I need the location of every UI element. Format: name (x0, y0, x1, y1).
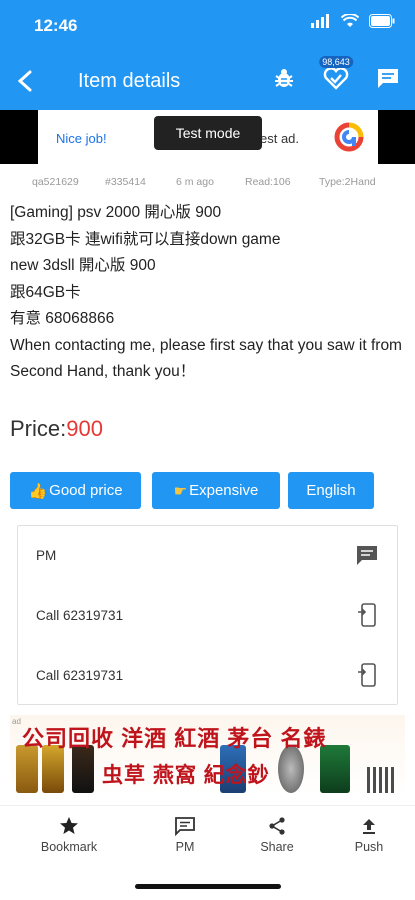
description-line: When contacting me, please first say tha… (10, 336, 402, 381)
good-price-button[interactable]: 👍 Good price (10, 472, 141, 509)
nav-push-label: Push (354, 840, 384, 854)
nav-share-label: Share (260, 840, 294, 854)
back-arrow-icon (17, 70, 32, 92)
ad-headline: 公司回收 洋酒 紅酒 茅台 名錶 (22, 726, 327, 751)
likes-count-badge: 98,643 (319, 56, 353, 68)
back-button[interactable] (12, 64, 38, 98)
ad-tag: ad (12, 717, 21, 726)
nav-pm[interactable]: PM (140, 816, 230, 854)
price-value: 900 (66, 416, 103, 441)
contact-card: PM Call 62319731 Call 62319731 (17, 525, 398, 705)
battery-icon (369, 14, 395, 28)
message-icon (357, 546, 377, 565)
messages-button[interactable] (373, 62, 403, 94)
ad-network-logo-icon (334, 122, 364, 152)
heart-check-icon (323, 67, 349, 90)
description-line: new 3dsll 開心版 900 (10, 257, 156, 274)
status-icons (311, 14, 395, 28)
meta-user[interactable]: qa521629 (32, 176, 79, 188)
ad-subline: 虫草 燕窩 紀念鈔 (102, 764, 270, 787)
bottom-ad-banner[interactable]: ad 公司回收 洋酒 紅酒 茅台 名錶 虫草 燕窩 紀念鈔 (10, 715, 405, 795)
meta-reads: Read:106 (245, 176, 291, 188)
item-description: [Gaming] psv 2000 開心版 900 跟32GB卡 連wifi就可… (10, 200, 410, 386)
description-line: 跟64GB卡 (10, 283, 81, 301)
nav-pm-label: PM (175, 840, 195, 854)
nav-share[interactable]: Share (232, 816, 322, 854)
english-label: English (306, 482, 356, 499)
home-indicator[interactable] (135, 884, 281, 889)
expensive-button[interactable]: ☛ Expensive (152, 472, 280, 509)
chat-icon (378, 69, 398, 88)
wifi-icon (341, 14, 359, 27)
call-label-1: Call 62319731 (36, 608, 124, 623)
nav-push[interactable]: Push (324, 816, 414, 854)
top-app-bar: 12:46 Item details 98,643 (0, 0, 415, 110)
description-line: 有意 68068866 (10, 310, 115, 327)
description-line: 跟32GB卡 連wifi就可以直接down game (10, 230, 281, 248)
report-bug-button[interactable] (269, 62, 299, 94)
phone-icon (358, 663, 376, 687)
meta-age: 6 m ago (176, 176, 214, 188)
pm-row[interactable]: PM (18, 526, 397, 586)
upload-icon (363, 819, 375, 834)
pointing-hand-icon: ☛ (173, 482, 188, 500)
status-time: 12:46 (34, 16, 78, 35)
good-price-label: Good price (49, 482, 123, 499)
meta-post-id: #335414 (105, 176, 146, 188)
thumbs-up-icon: 👍 (28, 482, 48, 500)
signal-icon (311, 14, 329, 28)
phone-icon (358, 603, 376, 627)
message-icon (175, 817, 195, 836)
ad-text-right: est ad. (260, 131, 300, 146)
screen: 12:46 Item details 98,643 Nice job! est … (0, 0, 415, 900)
test-mode-label: Test mode (154, 116, 262, 150)
likes-button[interactable]: 98,643 (319, 56, 353, 94)
description-line: [Gaming] psv 2000 開心版 900 (10, 204, 222, 221)
call-row-1[interactable]: Call 62319731 (18, 586, 397, 646)
english-button[interactable]: English (288, 472, 374, 509)
app-bar-actions: 98,643 (269, 56, 403, 94)
qr-code-image (367, 767, 397, 793)
call-row-2[interactable]: Call 62319731 (18, 646, 397, 706)
ad-text-left: Nice job! (56, 131, 107, 146)
price-label: Price: (10, 416, 67, 441)
price: Price:900 (10, 416, 103, 442)
share-icon (269, 817, 285, 835)
nav-bookmark-label: Bookmark (40, 840, 98, 854)
call-label-2: Call 62319731 (36, 668, 124, 683)
bug-icon (275, 69, 293, 87)
expensive-label: Expensive (189, 482, 259, 499)
star-icon (60, 817, 78, 834)
nav-bookmark[interactable]: Bookmark (24, 816, 114, 854)
meta-type: Type:2Hand (319, 176, 376, 188)
pm-label: PM (36, 548, 57, 563)
page-title: Item details (78, 70, 181, 92)
